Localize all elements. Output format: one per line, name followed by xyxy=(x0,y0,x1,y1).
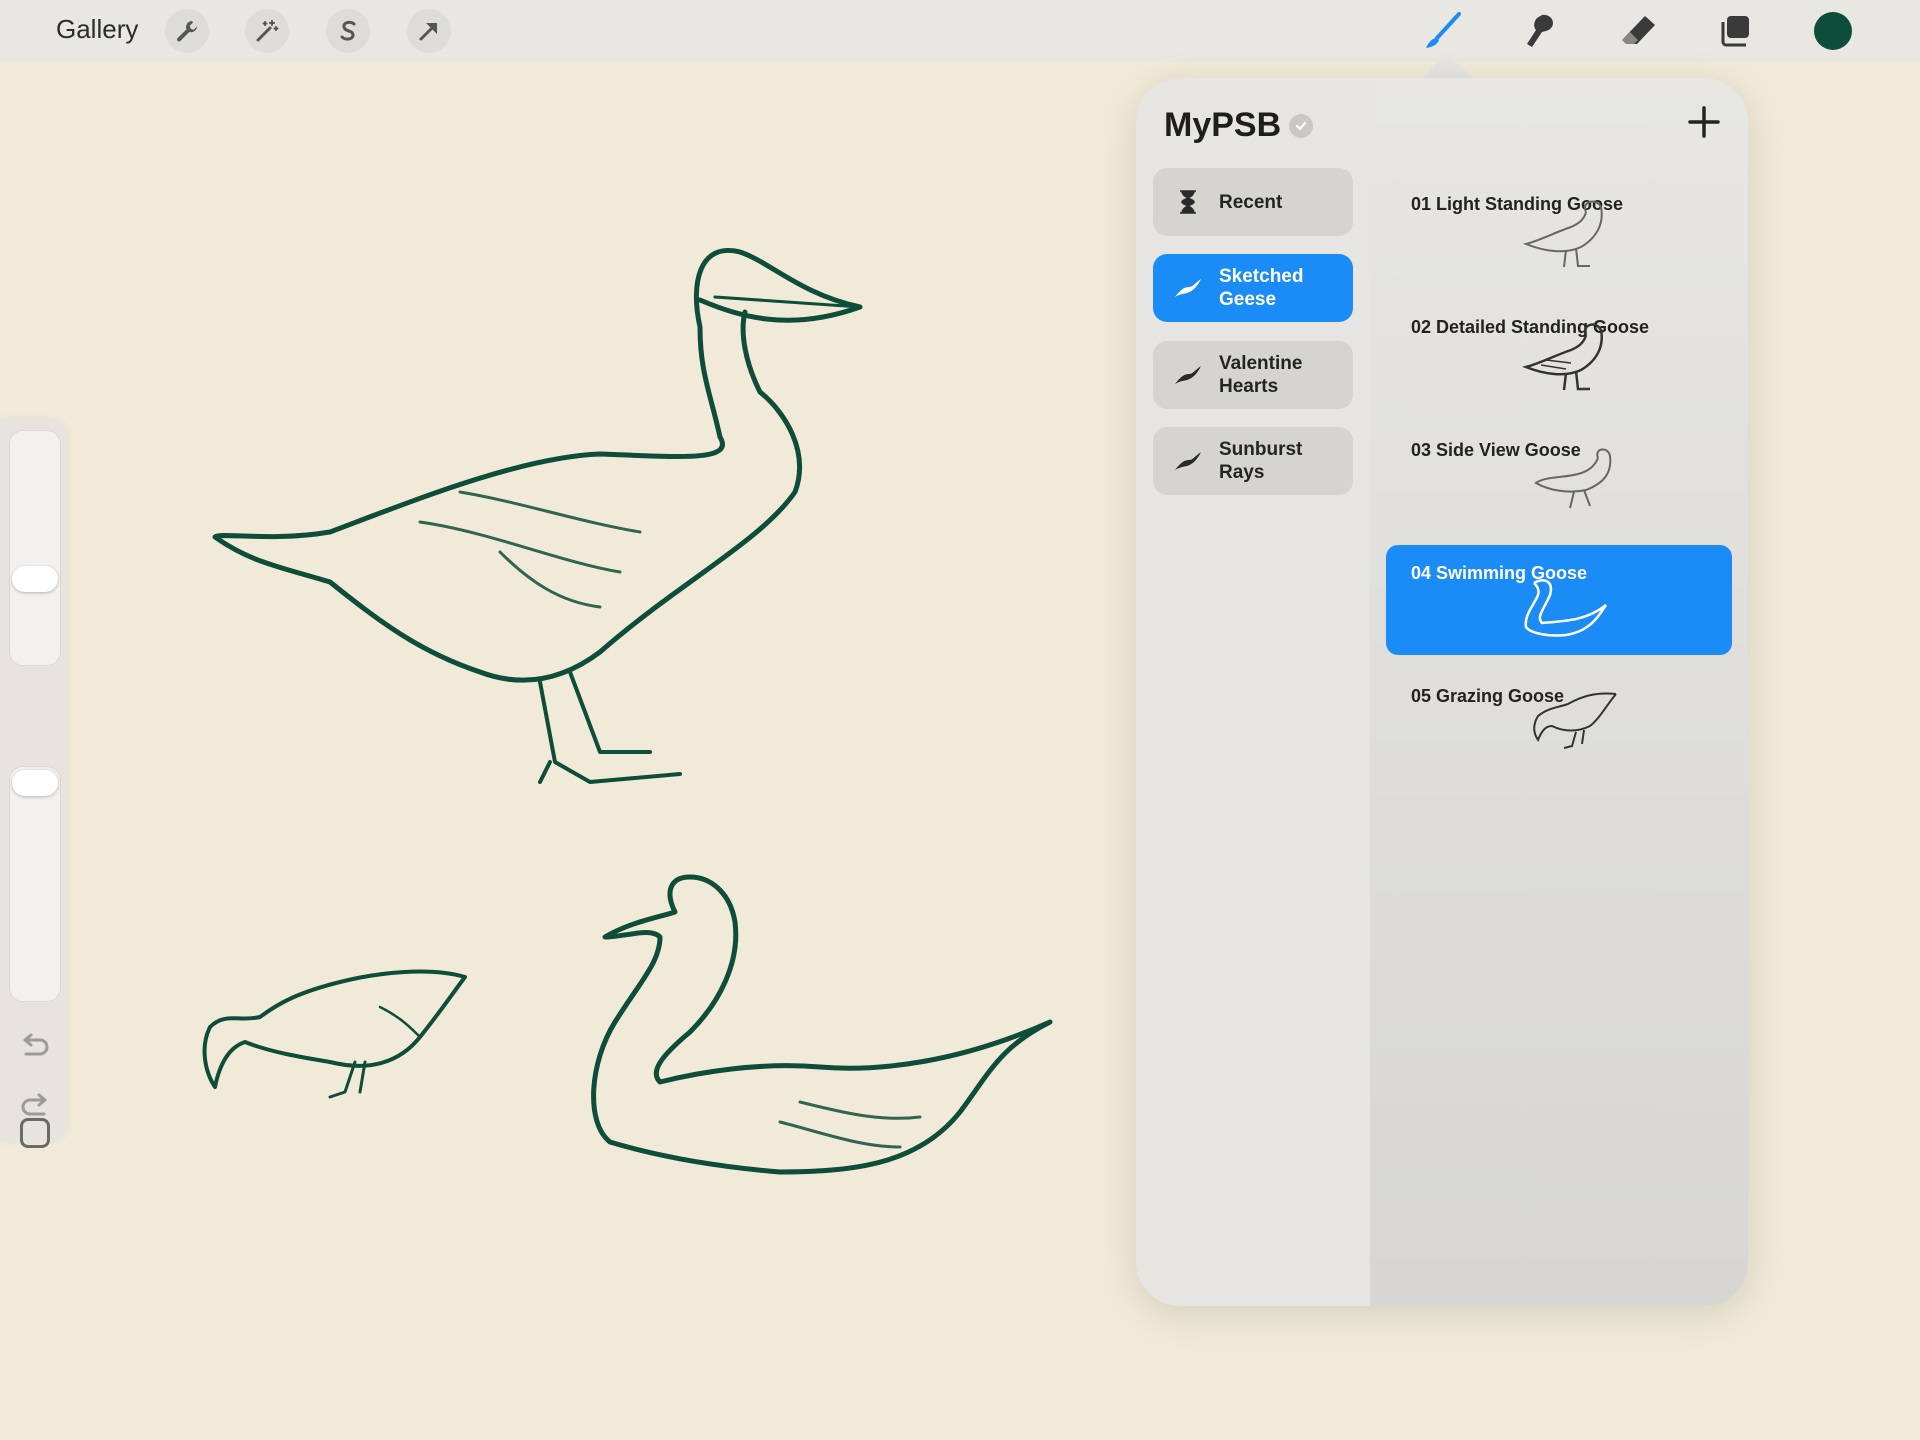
brush-stroke-preview xyxy=(1524,579,1608,637)
standing-goose-sketch xyxy=(212,248,863,784)
smudge-icon[interactable] xyxy=(1519,10,1561,52)
selection-s-icon[interactable] xyxy=(326,9,370,53)
brush-set-label: Valentine Hearts xyxy=(1219,353,1303,397)
brush-stroke-preview xyxy=(1522,200,1603,268)
brush-item[interactable]: 05 Grazing Goose xyxy=(1386,668,1732,778)
eraser-icon[interactable] xyxy=(1617,10,1659,52)
wrench-icon[interactable] xyxy=(165,9,209,53)
brush-set-label: Sketched Geese xyxy=(1219,266,1304,310)
top-toolbar: Gallery xyxy=(0,0,1920,62)
brush-set-label: Recent xyxy=(1219,191,1283,213)
layers-icon[interactable] xyxy=(1714,10,1756,52)
brush-item-active[interactable]: 04 Swimming Goose xyxy=(1386,545,1732,655)
grazing-goose-sketch xyxy=(202,969,467,1099)
brush-set-sunburst-rays[interactable]: Sunburst Rays xyxy=(1153,427,1353,495)
brush-item[interactable]: 02 Detailed Standing Goose xyxy=(1386,299,1732,409)
magic-wand-icon[interactable] xyxy=(245,9,289,53)
brush-set-valentine-hearts[interactable]: Valentine Hearts xyxy=(1153,341,1353,409)
brush-stroke-preview xyxy=(1522,323,1603,391)
canvas-drawing[interactable] xyxy=(0,62,1120,1262)
brush-library-popover: MyPSB Recent Sketched Geese Valentine He… xyxy=(1136,78,1748,1306)
brush-stroke-icon xyxy=(1173,273,1203,303)
checkmark-icon xyxy=(1289,114,1313,138)
brush-set-label: Sunburst Rays xyxy=(1219,439,1303,483)
brush-stroke-icon xyxy=(1173,360,1203,390)
brush-item[interactable]: 03 Side View Goose xyxy=(1386,422,1732,532)
gallery-button[interactable]: Gallery xyxy=(56,14,138,45)
brush-set-recent[interactable]: Recent xyxy=(1153,168,1353,236)
brush-stroke-icon xyxy=(1173,446,1203,476)
swimming-goose-sketch xyxy=(591,874,1053,1175)
color-picker-swatch[interactable] xyxy=(1814,12,1852,50)
add-brush-button[interactable] xyxy=(1684,102,1724,142)
brush-set-sketched-geese[interactable]: Sketched Geese xyxy=(1153,254,1353,322)
brush-item[interactable]: 01 Light Standing Goose xyxy=(1386,176,1732,286)
brush-icon[interactable] xyxy=(1422,10,1464,52)
transform-arrow-icon[interactable] xyxy=(407,9,451,53)
brush-library-title: MyPSB xyxy=(1164,106,1282,144)
hourglass-icon xyxy=(1173,187,1203,217)
brush-stroke-preview xyxy=(1533,692,1617,749)
brush-stroke-preview xyxy=(1534,448,1612,509)
